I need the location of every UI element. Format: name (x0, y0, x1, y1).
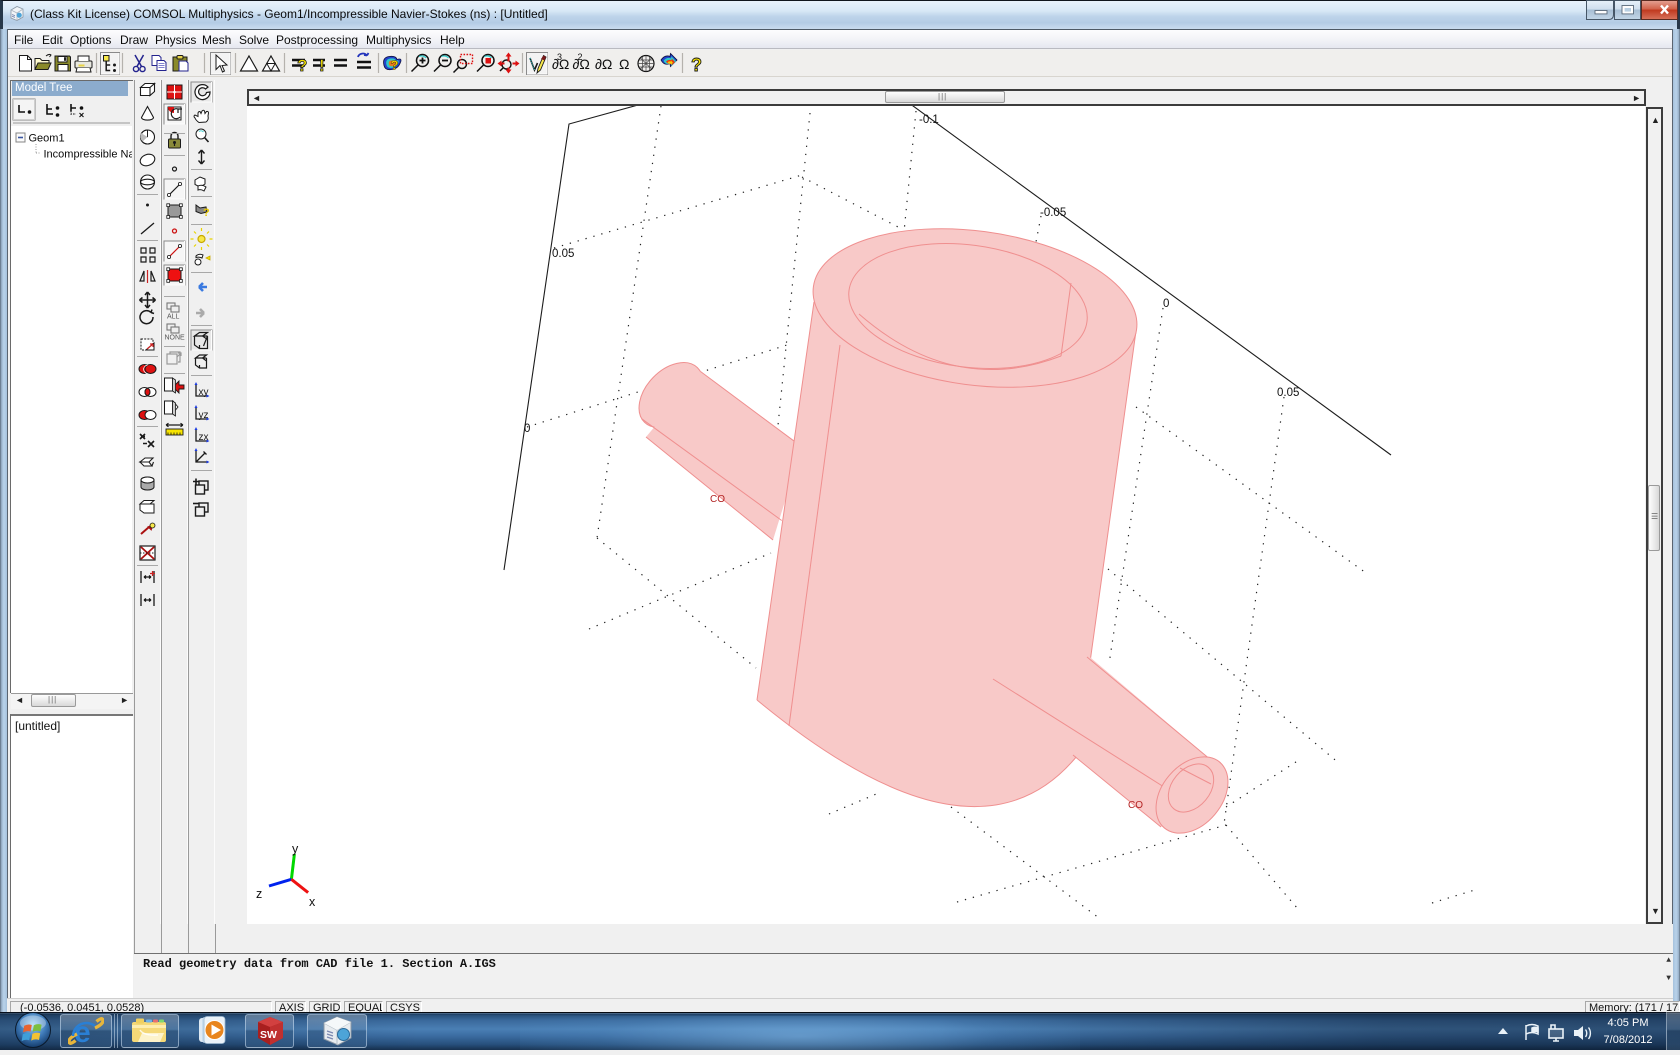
svg-text:yz: yz (199, 410, 209, 421)
svg-text:SW: SW (260, 1029, 277, 1041)
svg-text:NONE: NONE (165, 335, 186, 342)
svg-text:3: 3 (557, 52, 562, 62)
svg-text:?: ? (297, 56, 307, 75)
svg-text:CO: CO (1128, 800, 1143, 811)
svg-text:zx: zx (199, 432, 209, 443)
svg-text:e: e (74, 1016, 91, 1047)
svg-text:!: ! (319, 56, 325, 75)
svg-text:0: 0 (524, 423, 530, 435)
svg-text:0: 0 (1163, 298, 1169, 310)
svg-text:z: z (256, 887, 262, 901)
svg-text:x: x (309, 895, 316, 909)
svg-text:?: ? (691, 55, 702, 75)
svg-text:Incompressible Na: Incompressible Na (44, 149, 133, 161)
svg-text:ALL: ALL (167, 314, 180, 321)
svg-text:Geom1: Geom1 (29, 133, 65, 145)
svg-text:?: ? (391, 58, 399, 73)
svg-text:-0.05: -0.05 (1040, 207, 1066, 219)
svg-text:Ω: Ω (619, 56, 629, 72)
svg-text:xy: xy (199, 387, 209, 398)
svg-text:0.05: 0.05 (1277, 387, 1299, 399)
svg-text:CO: CO (710, 494, 725, 505)
svg-text:0.05: 0.05 (552, 248, 574, 260)
svg-text:?: ? (203, 207, 210, 219)
svg-text:2: 2 (578, 52, 583, 62)
svg-text:-0.1: -0.1 (919, 114, 939, 126)
svg-text:y: y (292, 842, 299, 856)
svg-text:∂Ω: ∂Ω (595, 56, 612, 72)
